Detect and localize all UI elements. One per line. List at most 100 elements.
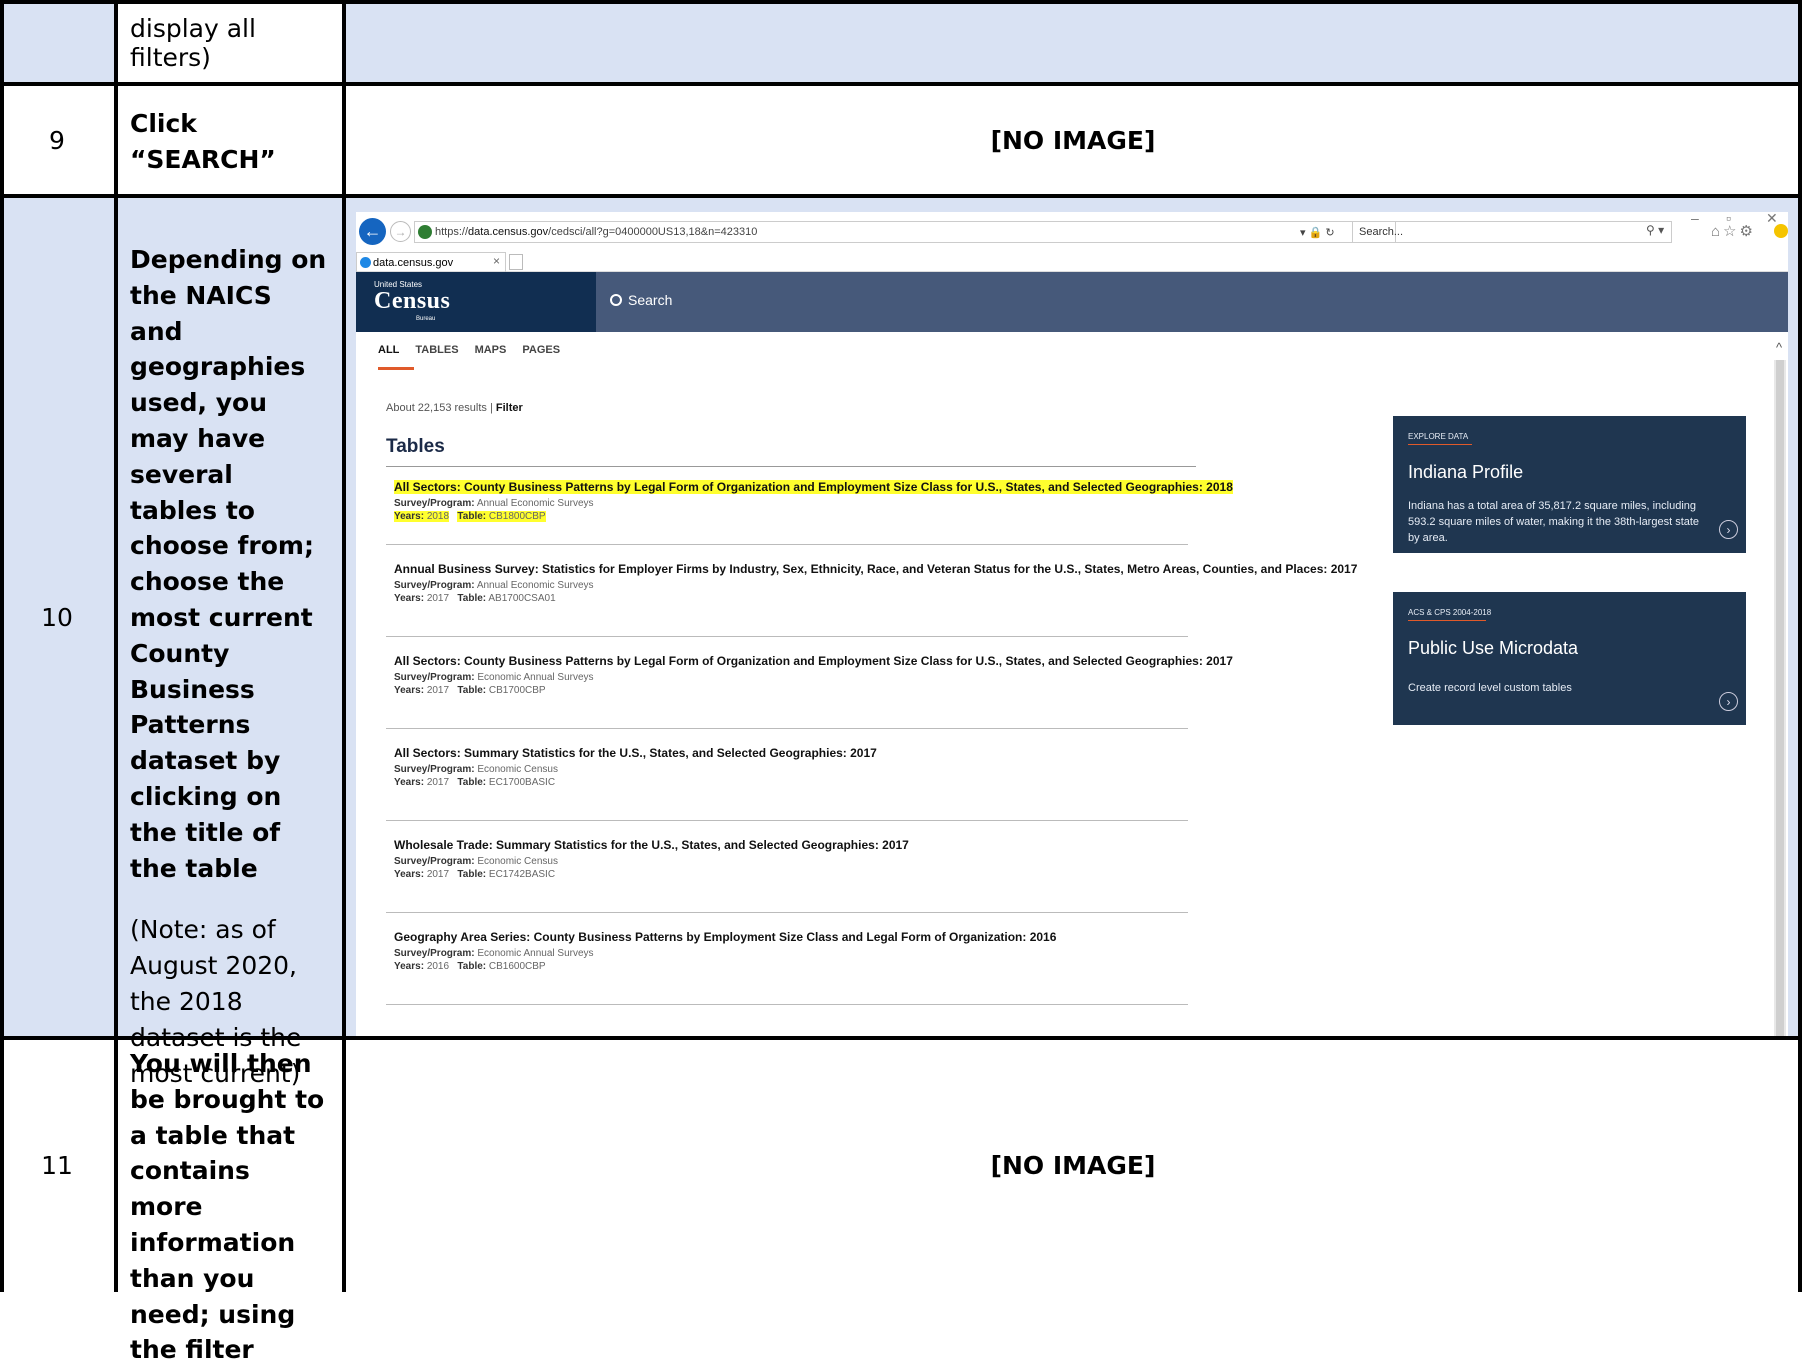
result-survey: Survey/Program: Annual Economic Surveys (394, 498, 1194, 509)
census-logo[interactable]: United States Census Bureau (356, 272, 596, 332)
survey-label: Survey/Program: (394, 672, 475, 683)
years-value: 2016 (426, 961, 450, 972)
table-id-value: AB1700CSA01 (488, 593, 556, 604)
survey-value: Annual Economic Surveys (476, 580, 594, 591)
table-border (0, 1036, 1802, 1040)
result-title-link[interactable]: All Sectors: Summary Statistics for the … (394, 746, 1194, 760)
step-number: 9 (49, 125, 65, 155)
site-icon (418, 225, 432, 239)
card-description: Indiana has a total area of 35,817.2 squ… (1408, 500, 1700, 544)
active-tab-indicator (378, 367, 414, 370)
table-label: Table: (457, 593, 487, 604)
tab-tables[interactable]: TABLES (415, 344, 458, 356)
scroll-up-icon[interactable]: ^ (1776, 340, 1782, 355)
census-header: United States Census Bureau Search (356, 272, 1788, 332)
scrollbar-thumb[interactable] (1776, 360, 1784, 1038)
step-instruction: Depending on the NAICS and geographies u… (114, 196, 344, 1088)
result-title-link[interactable]: All Sectors: County Business Patterns by… (394, 480, 1233, 494)
url-host: data.census.gov (468, 226, 549, 238)
result-survey: Survey/Program: Economic Census (394, 856, 1194, 867)
divider (386, 544, 1188, 545)
step-instruction-cell: display all filters) (114, 0, 344, 84)
result-title-link[interactable]: Annual Business Survey: Statistics for E… (394, 562, 1357, 576)
table-id-value: CB1700CBP (488, 685, 546, 696)
minimize-icon[interactable]: – (1691, 212, 1699, 226)
result-meta: Years: 2017 Table: AB1700CSA01 (394, 593, 1194, 604)
public-use-microdata-card[interactable]: ACS & CPS 2004-2018 Public Use Microdata… (1393, 592, 1746, 725)
tab-all[interactable]: ALL (378, 344, 399, 356)
toolbar-icons[interactable]: ⌂☆⚙ (1711, 222, 1756, 240)
result-meta: Years: 2017 Table: EC1700BASIC (394, 777, 1194, 788)
feedback-smiley-icon[interactable] (1774, 224, 1788, 238)
indiana-profile-card[interactable]: EXPLORE DATA Indiana Profile Indiana has… (1393, 416, 1746, 553)
results-tabs: ALL TABLES MAPS PAGES (378, 344, 560, 356)
years-value: 2017 (426, 869, 450, 880)
url-path: /cedsci/all?g=0400000US13,18&n=423310 (548, 226, 758, 238)
table-row: display all filters) (0, 0, 1802, 84)
step-number: 10 (41, 602, 73, 632)
card-eyebrow: EXPLORE DATA (1408, 432, 1469, 441)
years-label: Years: (394, 869, 425, 880)
no-image-placeholder: [NO IMAGE] (990, 125, 1156, 155)
divider (386, 912, 1188, 913)
browser-screenshot: ← → https://data.census.gov/cedsci/all?g… (356, 212, 1788, 1038)
new-tab-icon[interactable] (509, 254, 523, 270)
years-value: 2018 (426, 511, 450, 522)
divider (386, 820, 1188, 821)
table-id-value: EC1700BASIC (488, 777, 556, 788)
result-title-link[interactable]: Wholesale Trade: Summary Statistics for … (394, 838, 1194, 852)
table-id-value: CB1800CBP (488, 511, 546, 522)
browser-address-bar: ← → https://data.census.gov/cedsci/all?g… (356, 212, 1788, 252)
result-title-link[interactable]: Geography Area Series: County Business P… (394, 930, 1194, 944)
result-survey: Survey/Program: Annual Economic Surveys (394, 580, 1194, 591)
lock-refresh-icon[interactable]: ▾ 🔒 ↻ (1300, 221, 1335, 243)
divider (386, 466, 1196, 467)
divider (386, 636, 1188, 637)
url-prefix: https:// (435, 226, 469, 238)
card-description: Create record level custom tables (1408, 682, 1572, 694)
list-item: All Sectors: County Business Patterns by… (394, 654, 1233, 696)
result-title-link[interactable]: All Sectors: County Business Patterns by… (394, 654, 1233, 668)
table-border (0, 194, 1802, 198)
chevron-right-icon[interactable]: › (1719, 692, 1738, 711)
result-meta: Years: 2016 Table: CB1600CBP (394, 961, 1194, 972)
instruction-table: display all filters) 9 Click “SEARCH” [N… (0, 0, 1802, 1364)
result-meta: Years: 2018 Table: CB1800CBP (394, 511, 1194, 522)
table-label: Table: (457, 961, 487, 972)
filter-link[interactable]: Filter (496, 402, 523, 414)
years-value: 2017 (426, 777, 450, 788)
result-survey: Survey/Program: Economic Census (394, 764, 1194, 775)
back-icon[interactable]: ← (359, 218, 386, 245)
tab-maps[interactable]: MAPS (475, 344, 507, 356)
divider (386, 1004, 1188, 1005)
list-item: Wholesale Trade: Summary Statistics for … (394, 838, 1194, 880)
table-label: Table: (457, 869, 487, 880)
card-title: Indiana Profile (1408, 462, 1524, 482)
tab-pages[interactable]: PAGES (522, 344, 560, 356)
step-instruction: Click “SEARCH” (114, 84, 344, 196)
census-search-button[interactable]: Search (610, 292, 672, 308)
list-item: Geography Area Series: County Business P… (394, 930, 1194, 972)
step-number: 11 (41, 1150, 73, 1180)
site-favicon-icon (360, 257, 371, 268)
survey-label: Survey/Program: (394, 498, 475, 509)
results-count: About 22,153 results | Filter (386, 402, 523, 414)
chevron-right-icon[interactable]: › (1719, 520, 1738, 539)
search-icon[interactable]: ⚲ ▾ (1646, 223, 1664, 237)
years-label: Years: (394, 685, 425, 696)
forward-icon[interactable]: → (390, 221, 411, 242)
browser-tab[interactable]: data.census.gov × (356, 252, 506, 272)
browser-search-input[interactable]: Search... (1352, 221, 1672, 243)
survey-label: Survey/Program: (394, 580, 475, 591)
url-field[interactable]: https://data.census.gov/cedsci/all?g=040… (414, 221, 1396, 243)
card-eyebrow: ACS & CPS 2004-2018 (1408, 608, 1492, 617)
table-row: 11 You will then be brought to a table t… (0, 1038, 1802, 1364)
years-value: 2017 (426, 593, 450, 604)
table-id-value: CB1600CBP (488, 961, 546, 972)
survey-value: Economic Census (477, 856, 558, 867)
survey-value: Economic Census (477, 764, 558, 775)
years-label: Years: (394, 511, 425, 522)
tab-close-icon[interactable]: × (493, 254, 500, 268)
divider (386, 728, 1188, 729)
table-label: Table: (457, 685, 487, 696)
